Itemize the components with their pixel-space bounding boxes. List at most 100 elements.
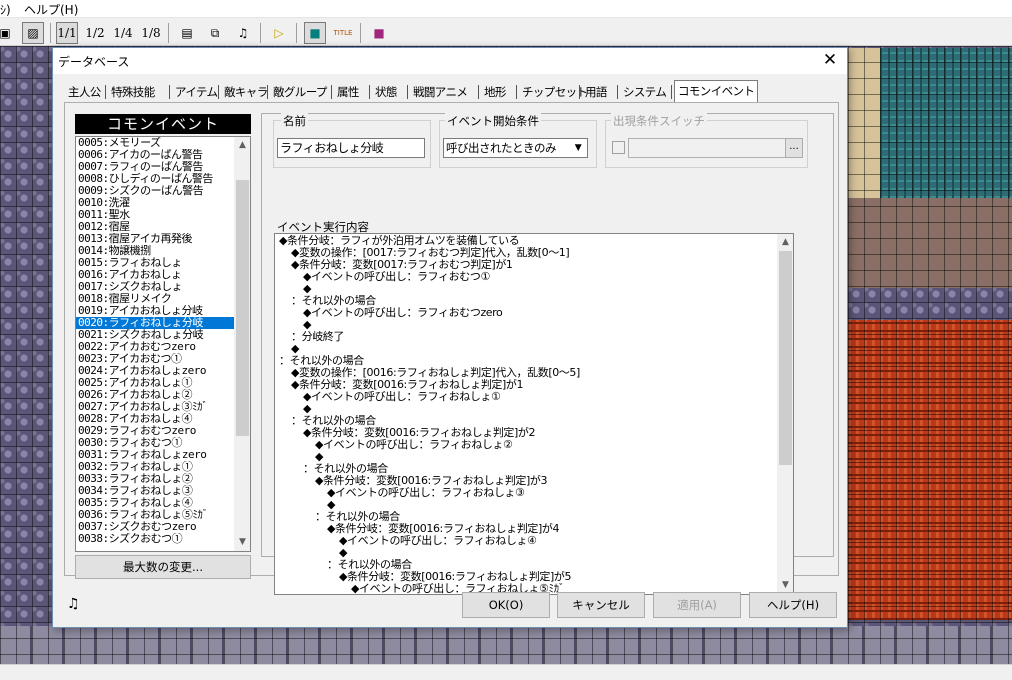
music-note-icon[interactable]: ♫ xyxy=(232,22,254,44)
zoom-quarter-button[interactable]: 1/4 xyxy=(112,22,134,44)
material-icon[interactable]: ⧉ xyxy=(204,22,226,44)
list-item[interactable]: 0027:アイカおねしょ③ﾐｶﾞ xyxy=(76,401,234,413)
command-line[interactable]: ：それ以外の場合 xyxy=(279,415,773,427)
command-line[interactable]: ◆イベントの呼び出し：ラフィおねしょ③ xyxy=(279,487,773,499)
command-line[interactable]: ◆変数の操作：[0017:ラフィおむつ判定]代入，乱数[0〜1] xyxy=(279,247,773,259)
command-line[interactable]: ：それ以外の場合 xyxy=(279,295,773,307)
command-line[interactable]: ◆イベントの呼び出し：ラフィおねしょ④ xyxy=(279,535,773,547)
command-line[interactable]: ◆条件分岐：変数[0016:ラフィおねしょ判定]が5 xyxy=(279,571,773,583)
list-item[interactable]: 0016:アイカおねしょ xyxy=(76,269,234,281)
command-line[interactable]: ◆イベントの呼び出し：ラフィおむつzero xyxy=(279,307,773,319)
command-line[interactable]: ◆条件分岐：変数[0017:ラフィおむつ判定]が1 xyxy=(279,259,773,271)
fullscreen-icon[interactable]: ■ xyxy=(304,22,326,44)
zoom-full-button[interactable]: 1/1 xyxy=(56,22,78,44)
tab-terms[interactable]: 用語 xyxy=(582,82,610,102)
command-line[interactable]: ◆ xyxy=(279,343,773,355)
command-line[interactable]: ：それ以外の場合 xyxy=(279,511,773,523)
list-item[interactable]: 0023:アイカおむつ① xyxy=(76,353,234,365)
list-item[interactable]: 0033:ラフィおねしょ② xyxy=(76,473,234,485)
list-item[interactable]: 0015:ラフィおねしょ xyxy=(76,257,234,269)
list-item[interactable]: 0005:メモリーズ xyxy=(76,137,234,149)
tab-items[interactable]: アイテム xyxy=(172,82,220,102)
play-icon[interactable]: ▷ xyxy=(268,22,290,44)
scroll-thumb[interactable] xyxy=(236,180,249,436)
list-item[interactable]: 0035:ラフィおねしょ④ xyxy=(76,497,234,509)
menu-fragment[interactable]: ｼ) xyxy=(0,1,11,18)
tab-states[interactable]: 状態 xyxy=(372,82,400,102)
name-input[interactable]: ラフィおねしょ分岐 xyxy=(277,138,425,158)
command-line[interactable]: ◆条件分岐：ラフィが外泊用オムツを装備している xyxy=(279,235,773,247)
switch-checkbox[interactable] xyxy=(612,141,625,154)
list-item[interactable]: 0013:宿屋アイカ再発後 xyxy=(76,233,234,245)
command-line[interactable]: ◆ xyxy=(279,499,773,511)
command-line[interactable]: ◆イベントの呼び出し：ラフィおねしょ② xyxy=(279,439,773,451)
command-line[interactable]: ◆条件分岐：変数[0016:ラフィおねしょ判定]が4 xyxy=(279,523,773,535)
tab-battle-animations[interactable]: 戦闘アニメ xyxy=(410,82,470,102)
list-item[interactable]: 0020:ラフィおねしょ分岐 xyxy=(76,317,234,329)
event-commands-list[interactable]: ◆条件分岐：ラフィが外泊用オムツを装備している ◆変数の操作：[0017:ラフィお… xyxy=(274,233,794,595)
tab-system[interactable]: システム xyxy=(620,82,669,102)
list-item[interactable]: 0008:ひしディのーぱん警告 xyxy=(76,173,234,185)
common-event-list[interactable]: 0005:メモリーズ 0006:アイカのーぱん警告 0007:ラフィのーぱん警告 00… xyxy=(75,136,251,552)
help-button[interactable]: ヘルプ(H) xyxy=(749,592,837,618)
list-item[interactable]: 0019:アイカおねしょ分岐 xyxy=(76,305,234,317)
tab-terrain[interactable]: 地形 xyxy=(481,82,509,102)
scroll-up-icon[interactable]: ▲ xyxy=(777,234,793,251)
database-icon[interactable]: ▤ xyxy=(176,22,198,44)
list-item[interactable]: 0034:ラフィおねしょ③ xyxy=(76,485,234,497)
list-item[interactable]: 0014:物譲機捌 xyxy=(76,245,234,257)
cancel-button[interactable]: キャンセル xyxy=(557,592,645,618)
command-line[interactable]: ◆ xyxy=(279,403,773,415)
list-item[interactable]: 0024:アイカおねしょzero xyxy=(76,365,234,377)
music-icon[interactable]: ♫ xyxy=(67,596,80,612)
command-line[interactable]: ◆ xyxy=(279,451,773,463)
list-item[interactable]: 0022:アイカおむつzero xyxy=(76,341,234,353)
list-item[interactable]: 0038:シズクおむつ① xyxy=(76,533,234,545)
list-item[interactable]: 0011:聖水 xyxy=(76,209,234,221)
command-line[interactable]: ：それ以外の場合 xyxy=(279,559,773,571)
zoom-eighth-button[interactable]: 1/8 xyxy=(140,22,162,44)
book-icon[interactable]: ■ xyxy=(368,22,390,44)
command-line[interactable]: ◆条件分岐：変数[0016:ラフィおねしょ判定]が1 xyxy=(279,379,773,391)
tab-attributes[interactable]: 属性 xyxy=(334,82,362,102)
list-item[interactable]: 0036:ラフィおねしょ⑤ﾐｶﾞ xyxy=(76,509,234,521)
list-item[interactable]: 0017:シズクおねしょ xyxy=(76,281,234,293)
tab-actors[interactable]: 主人公 xyxy=(65,82,104,102)
scroll-thumb[interactable] xyxy=(779,251,792,465)
trigger-select[interactable]: 呼び出されたときのみ ▼ xyxy=(443,138,588,158)
menu-help[interactable]: ヘルプ(H) xyxy=(24,1,78,18)
command-line[interactable]: ◆条件分岐：変数[0016:ラフィおねしょ判定]が3 xyxy=(279,475,773,487)
command-line[interactable]: ◆ xyxy=(279,283,773,295)
command-line[interactable]: ：それ以外の場合 xyxy=(279,463,773,475)
list-item[interactable]: 0006:アイカのーぱん警告 xyxy=(76,149,234,161)
list-item[interactable]: 0032:ラフィおねしょ① xyxy=(76,461,234,473)
tab-enemies[interactable]: 敵キャラ xyxy=(221,82,271,102)
command-line[interactable]: ◆イベントの呼び出し：ラフィおねしょ① xyxy=(279,391,773,403)
tool-icon-b[interactable]: ▨ xyxy=(22,22,44,44)
list-item[interactable]: 0012:宿屋 xyxy=(76,221,234,233)
list-item[interactable]: 0018:宿屋リメイク xyxy=(76,293,234,305)
command-line[interactable]: ◆イベントの呼び出し：ラフィおむつ① xyxy=(279,271,773,283)
list-item[interactable]: 0021:シズクおねしょ分岐 xyxy=(76,329,234,341)
list-item[interactable]: 0009:シズクのーぱん警告 xyxy=(76,185,234,197)
command-line[interactable]: ◆ xyxy=(279,547,773,559)
list-item[interactable]: 0037:シズクおむつzero xyxy=(76,521,234,533)
exec-scrollbar[interactable]: ▲ ▼ xyxy=(777,234,793,594)
apply-button[interactable]: 適用(A) xyxy=(653,592,741,618)
switch-browse-button[interactable]: ... xyxy=(785,138,803,158)
command-line[interactable]: ◆条件分岐：変数[0016:ラフィおねしょ判定]が2 xyxy=(279,427,773,439)
list-item[interactable]: 0031:ラフィおねしょzero xyxy=(76,449,234,461)
list-scrollbar[interactable]: ▲ ▼ xyxy=(234,137,250,551)
command-line[interactable]: ：分岐終了 xyxy=(279,331,773,343)
tool-icon-a[interactable]: ▣ xyxy=(0,22,16,44)
scroll-down-icon[interactable]: ▼ xyxy=(234,534,250,551)
tab-troops[interactable]: 敵グループ xyxy=(270,82,330,102)
tab-common-events[interactable]: コモンイベント xyxy=(674,80,759,102)
close-icon[interactable]: ✕ xyxy=(819,50,841,72)
list-item[interactable]: 0007:ラフィのーぱん警告 xyxy=(76,161,234,173)
ok-button[interactable]: OK(O) xyxy=(462,592,550,618)
tab-skills[interactable]: 特殊技能 xyxy=(108,82,158,102)
scroll-up-icon[interactable]: ▲ xyxy=(234,137,250,154)
list-item[interactable]: 0028:アイカおねしょ④ xyxy=(76,413,234,425)
list-item[interactable]: 0029:ラフィおむつzero xyxy=(76,425,234,437)
